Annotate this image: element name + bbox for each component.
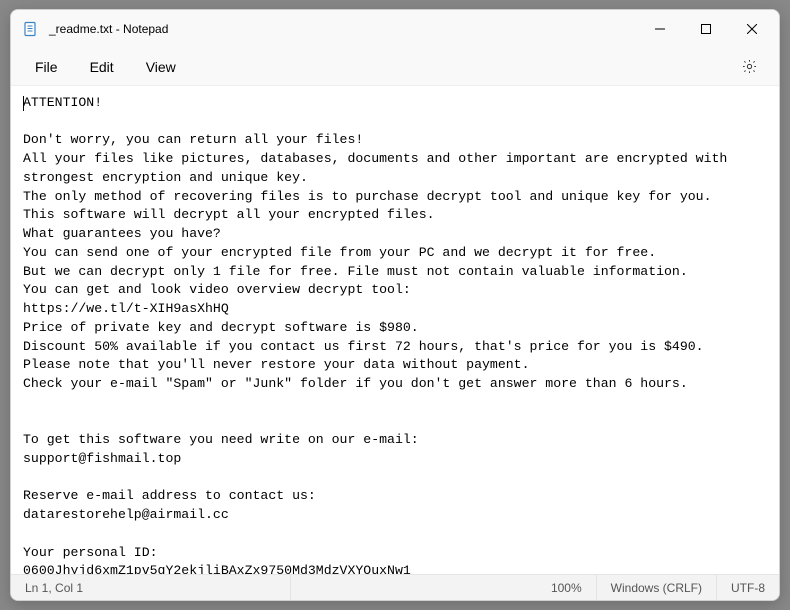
menu-file[interactable]: File xyxy=(19,53,74,81)
status-encoding: UTF-8 xyxy=(717,575,779,600)
maximize-button[interactable] xyxy=(683,11,729,47)
window-title: _readme.txt - Notepad xyxy=(49,22,168,36)
notepad-icon xyxy=(23,21,39,37)
titlebar[interactable]: _readme.txt - Notepad xyxy=(11,10,779,48)
menubar: File Edit View xyxy=(11,48,779,86)
notepad-window: _readme.txt - Notepad File Edit View ATT… xyxy=(10,9,780,601)
statusbar: Ln 1, Col 1 100% Windows (CRLF) UTF-8 xyxy=(11,574,779,600)
window-controls xyxy=(637,11,775,47)
status-zoom[interactable]: 100% xyxy=(537,575,597,600)
close-button[interactable] xyxy=(729,11,775,47)
menu-edit[interactable]: Edit xyxy=(74,53,130,81)
text-cursor xyxy=(23,96,24,111)
document-text: ATTENTION! Don't worry, you can return a… xyxy=(23,95,735,574)
status-eol: Windows (CRLF) xyxy=(597,575,717,600)
settings-button[interactable] xyxy=(731,49,767,85)
status-position: Ln 1, Col 1 xyxy=(11,575,291,600)
text-area[interactable]: ATTENTION! Don't worry, you can return a… xyxy=(11,86,779,574)
menu-view[interactable]: View xyxy=(130,53,192,81)
minimize-button[interactable] xyxy=(637,11,683,47)
